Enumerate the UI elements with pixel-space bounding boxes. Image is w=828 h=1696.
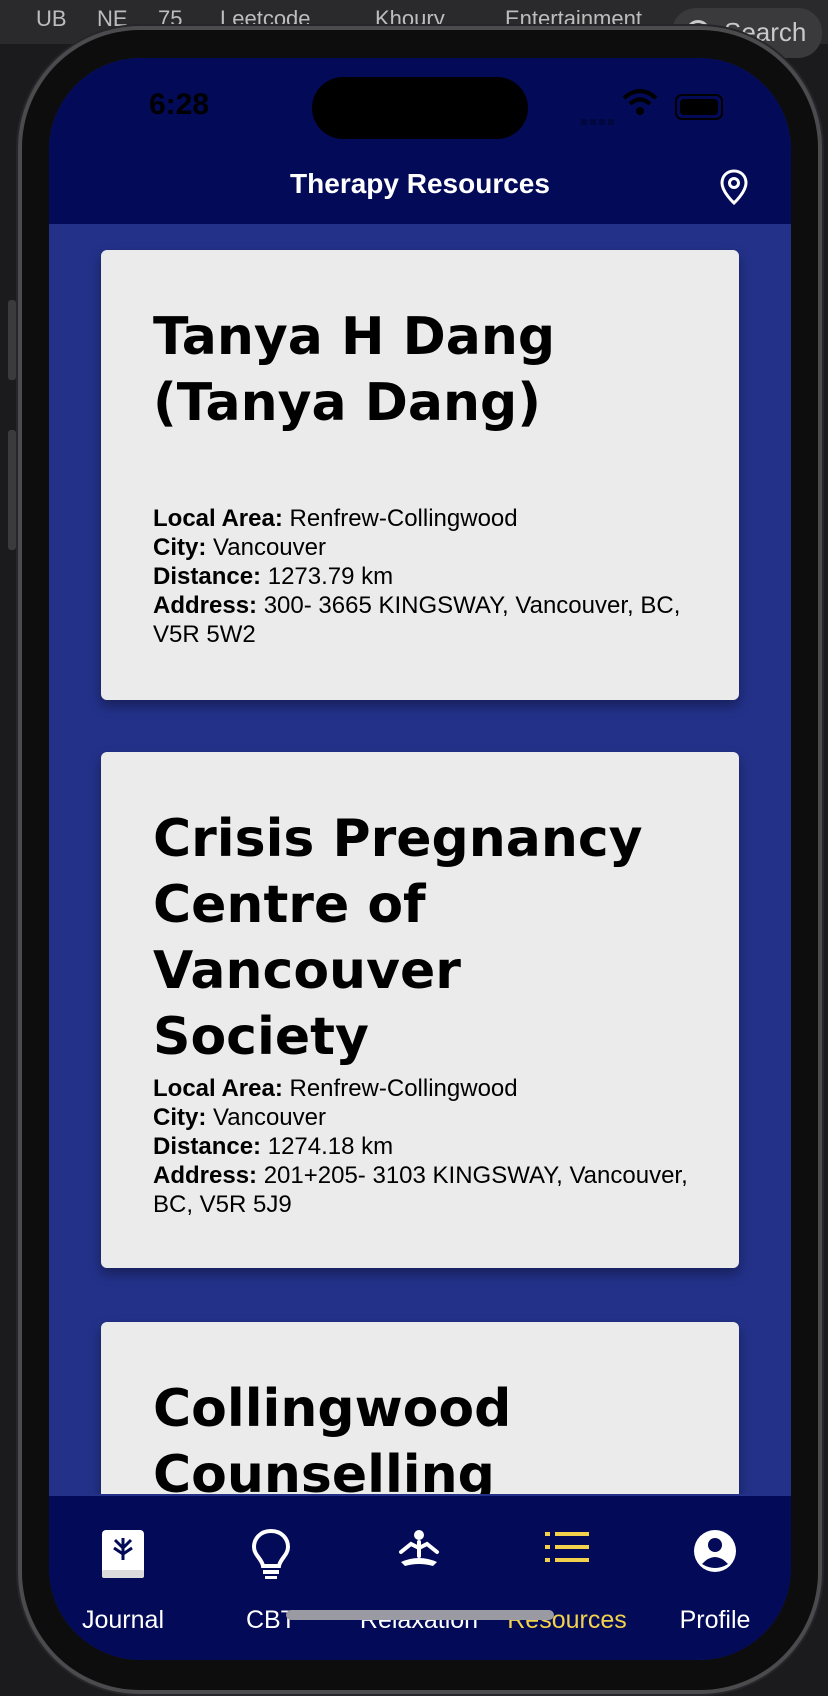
profile-icon <box>694 1530 736 1572</box>
tab-relaxation[interactable]: Relaxation <box>345 1496 493 1634</box>
tab-label: Journal <box>82 1606 164 1634</box>
resource-name: Crisis Pregnancy Centre of Vancouver Soc… <box>153 809 643 1067</box>
battery-icon <box>675 94 723 120</box>
distance-label: Distance: <box>153 563 262 590</box>
dynamic-island <box>312 77 528 139</box>
city-value: Vancouver <box>213 1104 326 1131</box>
resource-card[interactable]: Tanya H Dang (Tanya Dang) Local Area: Re… <box>101 250 739 700</box>
local-area-value: Renfrew-Collingwood <box>289 505 518 532</box>
bookmark-ne[interactable]: NE <box>97 6 128 32</box>
lightbulb-icon <box>251 1528 291 1579</box>
address-label: Address: <box>153 1162 258 1189</box>
distance-value: 1274.18 km <box>267 1133 394 1160</box>
resource-details: Local Area: Renfrew-Collingwood City: Va… <box>153 1074 693 1219</box>
map-pin-icon[interactable] <box>719 168 749 206</box>
resources-list[interactable]: Tanya H Dang (Tanya Dang) Local Area: Re… <box>49 224 791 1494</box>
app-screen: 6:28 Therapy Resources Tanya H Dang (Tan… <box>49 58 791 1660</box>
bookmark-leetcode[interactable]: Leetcode <box>220 6 311 32</box>
bookmark-entertainment[interactable]: Entertainment <box>505 6 642 32</box>
tab-profile[interactable]: Profile <box>641 1496 789 1634</box>
tab-journal[interactable]: Journal <box>49 1496 197 1634</box>
city-label: City: <box>153 534 207 561</box>
local-area-label: Local Area: <box>153 1075 283 1102</box>
window-edge <box>8 430 16 550</box>
list-icon <box>545 1532 589 1562</box>
status-time: 6:28 <box>149 88 210 121</box>
tab-resources[interactable]: Resources <box>493 1496 641 1634</box>
distance-label: Distance: <box>153 1133 262 1160</box>
local-area-value: Renfrew-Collingwood <box>289 1075 518 1102</box>
resource-card[interactable]: Crisis Pregnancy Centre of Vancouver Soc… <box>101 752 739 1268</box>
resource-card[interactable]: Collingwood Counselling Center <box>101 1322 739 1494</box>
bottom-tab-bar: Journal CBT Relaxation Resources Profile <box>49 1496 791 1660</box>
page-title: Therapy Resources <box>290 168 550 199</box>
tab-label: Profile <box>679 1606 751 1634</box>
resource-details: Local Area: Renfrew-Collingwood City: Va… <box>153 504 693 649</box>
journal-icon <box>102 1530 144 1578</box>
wifi-icon <box>622 89 658 115</box>
phone-frame: 6:28 Therapy Resources Tanya H Dang (Tan… <box>22 30 818 1690</box>
city-value: Vancouver <box>213 534 326 561</box>
bookmark-75[interactable]: 75 <box>158 6 182 32</box>
meditation-icon <box>399 1530 439 1566</box>
tab-cbt[interactable]: CBT <box>197 1496 345 1634</box>
resource-name: Collingwood Counselling Center <box>153 1379 512 1494</box>
signal-icon <box>581 112 617 130</box>
local-area-label: Local Area: <box>153 505 283 532</box>
home-indicator[interactable] <box>286 1610 554 1620</box>
bookmark-khoury[interactable]: Khoury <box>375 6 445 32</box>
city-label: City: <box>153 1104 207 1131</box>
bookmark-ub[interactable]: UB <box>36 6 67 32</box>
distance-value: 1273.79 km <box>267 563 394 590</box>
window-edge <box>8 300 16 380</box>
address-label: Address: <box>153 592 258 619</box>
resource-name: Tanya H Dang (Tanya Dang) <box>153 307 556 433</box>
app-header: 6:28 Therapy Resources <box>49 58 791 224</box>
